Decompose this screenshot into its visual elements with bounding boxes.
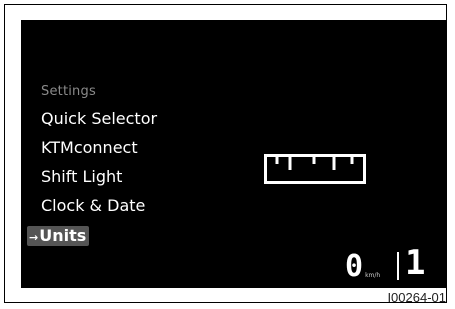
menu-item-quick-selector[interactable]: Quick Selector [27, 104, 157, 133]
dashboard-display: Settings Quick Selector KTMconnect Shift… [21, 20, 446, 288]
figure-id: I00264-01 [387, 290, 446, 305]
settings-menu: Quick Selector KTMconnect Shift Light Cl… [27, 104, 157, 249]
divider [397, 252, 399, 280]
menu-item-clock-date[interactable]: Clock & Date [27, 191, 157, 220]
gear-indicator: 1 [405, 243, 426, 283]
menu-item-units[interactable]: →Units [27, 220, 157, 249]
speedometer: 0 km/h [345, 248, 380, 282]
arrow-right-icon: → [29, 230, 39, 244]
menu-item-ktmconnect[interactable]: KTMconnect [27, 133, 157, 162]
speed-unit: km/h [365, 272, 381, 279]
ruler-icon [264, 154, 366, 184]
menu-heading: Settings [41, 84, 96, 99]
menu-item-label: Units [39, 225, 87, 245]
selection-highlight: →Units [27, 225, 90, 246]
menu-item-shift-light[interactable]: Shift Light [27, 162, 157, 191]
speed-value: 0 [345, 249, 364, 284]
